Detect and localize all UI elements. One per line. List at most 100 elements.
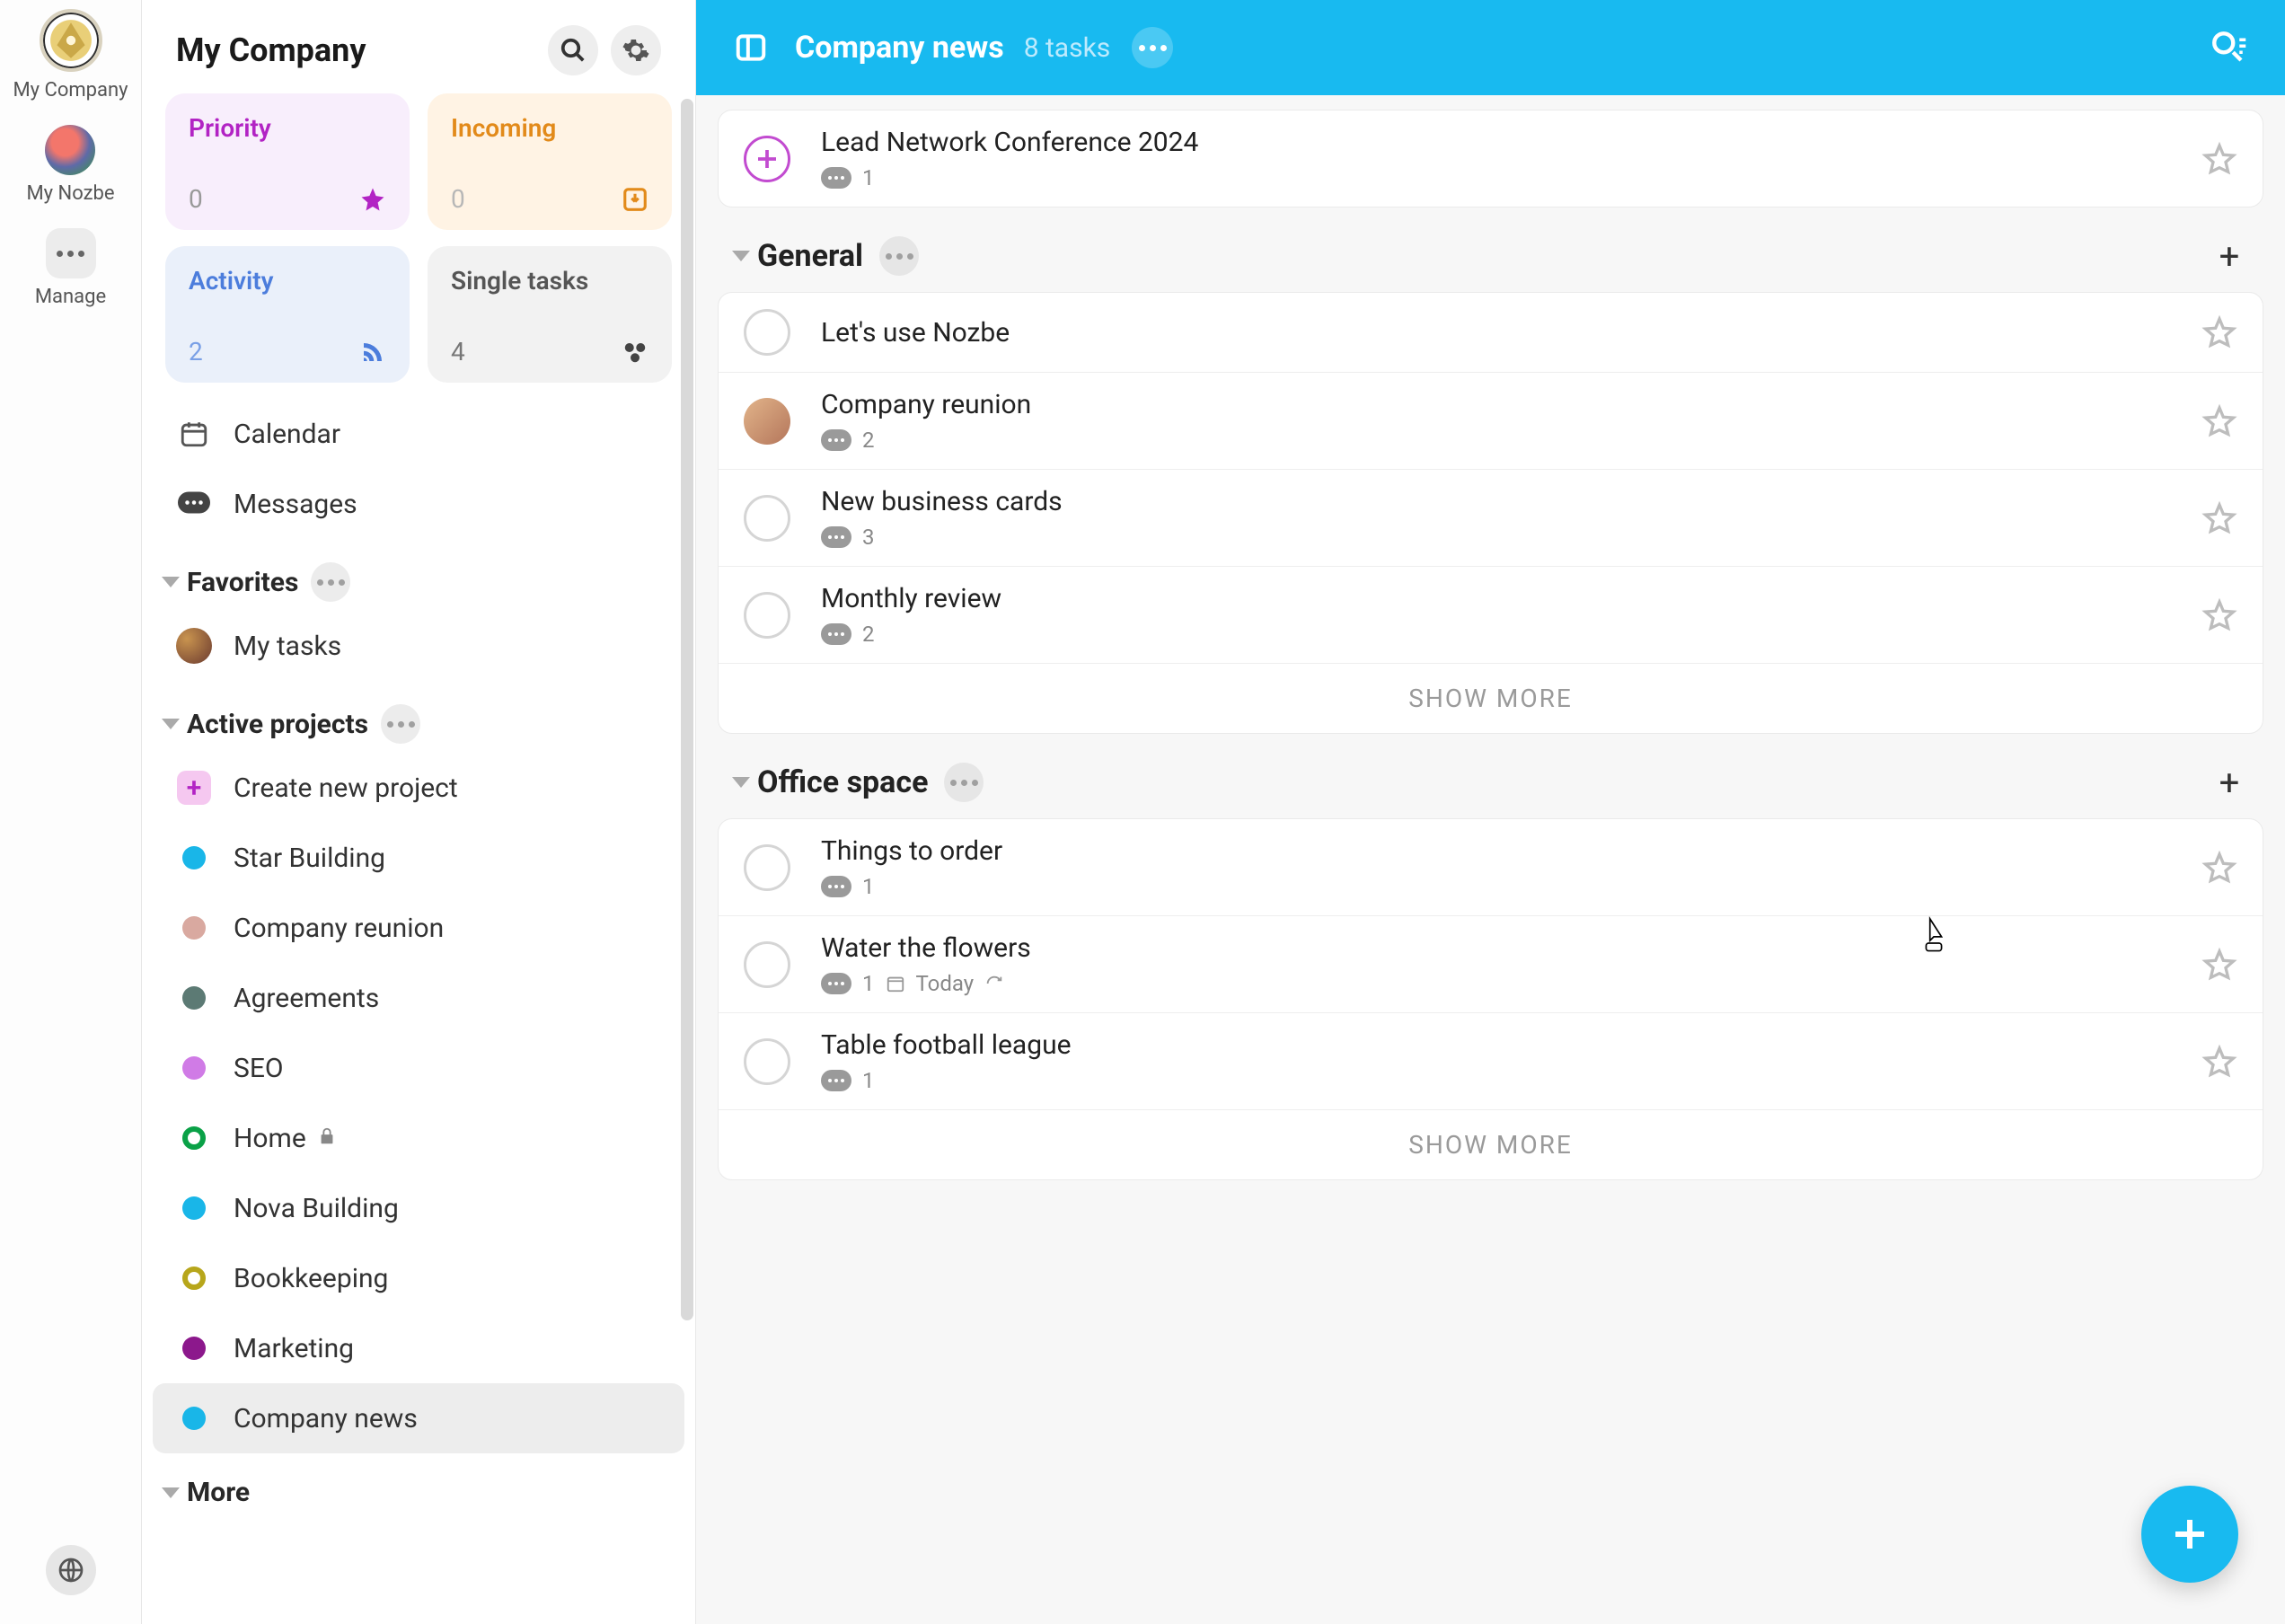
settings-button[interactable] xyxy=(611,25,661,75)
section-header[interactable]: Office space + xyxy=(718,743,2263,818)
sidebar-project-item[interactable]: Nova Building xyxy=(153,1173,684,1243)
card-incoming[interactable]: Incoming 0 xyxy=(428,93,672,230)
sidebar-project-item[interactable]: Home xyxy=(153,1103,684,1173)
lock-icon xyxy=(317,1126,337,1150)
task-checkbox[interactable] xyxy=(744,592,790,639)
sidebar-project-item[interactable]: Company reunion xyxy=(153,893,684,963)
task-row[interactable]: Lead Network Conference 2024 1 xyxy=(719,110,2263,207)
project-label: Marketing xyxy=(234,1333,354,1364)
sidebar-project-item[interactable]: Agreements xyxy=(153,963,684,1033)
section-favorites[interactable]: Favorites xyxy=(153,539,684,611)
section-more-button[interactable] xyxy=(879,236,919,276)
project-label: Bookkeeping xyxy=(234,1263,388,1294)
card-activity[interactable]: Activity 2 xyxy=(165,246,410,383)
favorites-more-button[interactable] xyxy=(311,562,350,602)
task-title: Table football league xyxy=(821,1029,2201,1061)
add-task-button[interactable] xyxy=(744,136,790,182)
avatar-icon xyxy=(176,628,212,664)
sidebar-item-calendar[interactable]: Calendar xyxy=(153,399,684,469)
section-more[interactable]: More xyxy=(153,1453,684,1517)
rail-manage[interactable]: Manage xyxy=(35,228,106,308)
nozbe-avatar-icon xyxy=(45,125,95,175)
sidebar-title: My Company xyxy=(176,31,535,69)
card-single-label: Single tasks xyxy=(451,266,648,296)
card-priority[interactable]: Priority 0 xyxy=(165,93,410,230)
project-more-button[interactable] xyxy=(1132,27,1173,68)
task-row[interactable]: Let's use Nozbe xyxy=(719,293,2263,372)
section-active-projects[interactable]: Active projects xyxy=(153,681,684,753)
assignee-avatar[interactable] xyxy=(744,398,790,445)
company-logo-icon xyxy=(40,9,102,72)
sidebar-header: My Company xyxy=(142,0,695,93)
task-meta: 2 xyxy=(821,428,2201,453)
plus-square-icon: + xyxy=(176,770,212,806)
project-subtitle: 8 tasks xyxy=(1024,32,1111,64)
sidebar-project-item[interactable]: Star Building xyxy=(153,823,684,893)
sidebar-project-item[interactable]: SEO xyxy=(153,1033,684,1103)
project-label: Agreements xyxy=(234,983,379,1014)
show-more-button[interactable]: SHOW MORE xyxy=(719,663,2263,733)
task-row[interactable]: New business cards3 xyxy=(719,469,2263,566)
star-icon[interactable] xyxy=(2201,314,2237,350)
sidebar-project-item[interactable]: Bookkeeping xyxy=(153,1243,684,1313)
task-checkbox[interactable] xyxy=(744,309,790,356)
task-checkbox[interactable] xyxy=(744,1038,790,1085)
task-row[interactable]: Things to order 1 xyxy=(719,819,2263,915)
task-checkbox[interactable] xyxy=(744,844,790,891)
sidebar-item-messages[interactable]: Messages xyxy=(153,469,684,539)
task-title: Let's use Nozbe xyxy=(821,317,2201,349)
task-meta: 3 xyxy=(821,525,2201,550)
sidebar-project-item[interactable]: Marketing xyxy=(153,1313,684,1383)
star-icon[interactable] xyxy=(2201,141,2237,177)
caret-down-icon xyxy=(732,773,750,791)
task-checkbox[interactable] xyxy=(744,941,790,988)
scrollbar-thumb[interactable] xyxy=(681,99,693,1320)
section-more-button[interactable] xyxy=(944,763,984,802)
project-color-icon xyxy=(176,1050,212,1086)
rail-workspace-nozbe[interactable]: My Nozbe xyxy=(26,125,114,205)
active-more-button[interactable] xyxy=(381,704,420,744)
search-button[interactable] xyxy=(548,25,598,75)
star-icon[interactable] xyxy=(2201,947,2237,983)
fab-add-task[interactable] xyxy=(2141,1486,2238,1583)
rail-workspace-company[interactable]: My Company xyxy=(13,9,128,102)
sidebar-toggle-icon[interactable] xyxy=(732,29,770,66)
sidebar-project-item[interactable]: Company news xyxy=(153,1383,684,1453)
comment-icon xyxy=(821,526,851,548)
star-icon[interactable] xyxy=(2201,597,2237,633)
section-header[interactable]: General+ xyxy=(718,216,2263,292)
star-icon[interactable] xyxy=(2201,850,2237,886)
task-row[interactable]: Water the flowers1 Today xyxy=(719,915,2263,1012)
inbox-icon xyxy=(622,186,648,213)
sidebar: My Company Priority 0 Incoming 0 Activit… xyxy=(142,0,696,1624)
sidebar-calendar-label: Calendar xyxy=(234,419,340,450)
star-icon[interactable] xyxy=(2201,500,2237,536)
comment-count: 2 xyxy=(862,622,875,647)
task-title: Things to order xyxy=(821,835,2201,867)
task-checkbox[interactable] xyxy=(744,495,790,542)
task-row[interactable]: Monthly review2 xyxy=(719,566,2263,663)
comment-count: 1 xyxy=(862,971,875,996)
comment-icon xyxy=(821,167,851,189)
filter-button[interactable] xyxy=(2208,27,2249,68)
create-project-button[interactable]: + Create new project xyxy=(153,753,684,823)
comment-icon xyxy=(821,876,851,897)
task-row[interactable]: Table football league1 xyxy=(719,1012,2263,1109)
section-add-button[interactable]: + xyxy=(2210,763,2249,802)
card-single-tasks[interactable]: Single tasks 4 xyxy=(428,246,672,383)
project-color-icon xyxy=(176,840,212,876)
active-title: Active projects xyxy=(187,709,368,740)
caret-down-icon xyxy=(162,715,180,733)
task-meta: 1 xyxy=(821,874,2201,899)
show-more-button[interactable]: SHOW MORE xyxy=(719,1109,2263,1179)
sidebar-item-my-tasks[interactable]: My tasks xyxy=(153,611,684,681)
star-icon[interactable] xyxy=(2201,1044,2237,1080)
card-single-count: 4 xyxy=(451,337,465,366)
section-add-button[interactable]: + xyxy=(2210,236,2249,276)
sidebar-scrollbar[interactable] xyxy=(679,0,695,1624)
rail-nozbe-label: My Nozbe xyxy=(26,182,114,205)
rail-globe[interactable] xyxy=(46,1545,96,1595)
star-icon[interactable] xyxy=(2201,403,2237,439)
task-row[interactable]: Company reunion2 xyxy=(719,372,2263,469)
section-title: Office space xyxy=(757,764,928,800)
